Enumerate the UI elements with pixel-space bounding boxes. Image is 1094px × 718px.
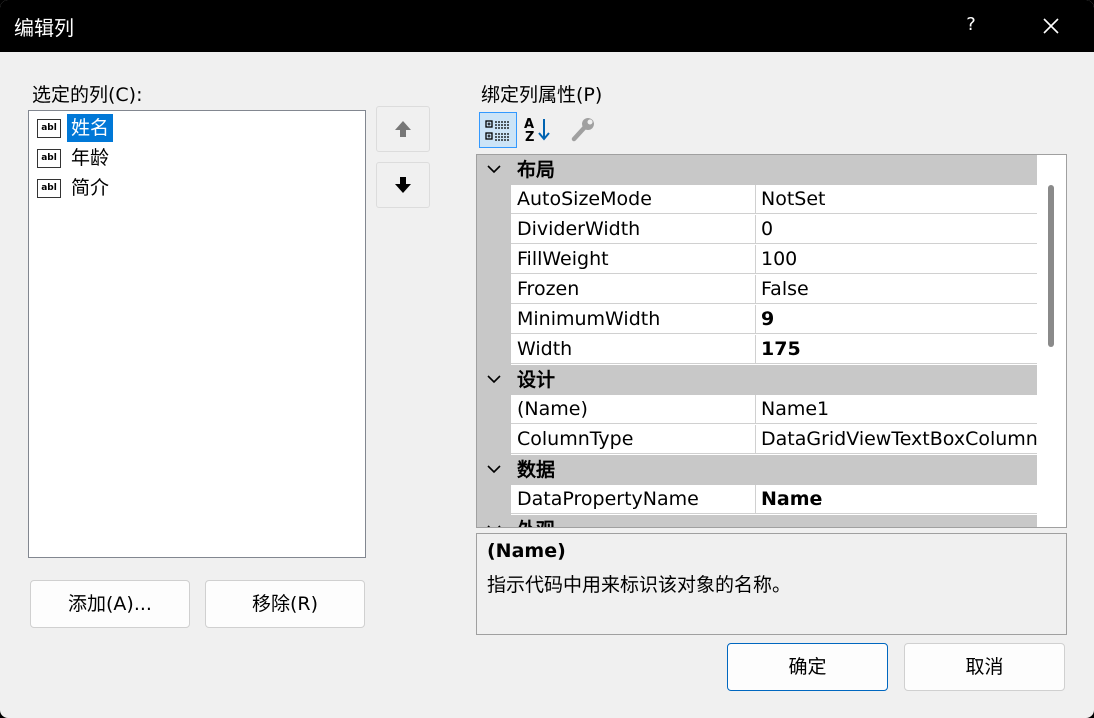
category-label: 外观 [517,515,555,527]
property-value[interactable]: 9 [756,305,1037,334]
category-row-appearance[interactable]: 外观 [477,515,1037,528]
property-name: AutoSizeMode [511,185,756,214]
scrollbar-thumb[interactable] [1048,185,1054,347]
property-row-autosizemode[interactable]: AutoSizeMode NotSet [477,185,1037,215]
category-row-data[interactable]: 数据 [477,455,1037,485]
property-row-fillweight[interactable]: FillWeight 100 [477,245,1037,275]
bound-column-properties-label: 绑定列属性(P) [481,84,603,106]
property-name: DataPropertyName [511,485,756,514]
property-pages-button[interactable] [566,112,602,146]
textbox-column-icon: abl [37,149,61,168]
property-value[interactable]: 175 [756,335,1037,364]
add-column-button[interactable]: 添加(A)... [30,580,190,628]
category-row-layout[interactable]: 布局 [477,155,1037,185]
property-row-dividerwidth[interactable]: DividerWidth 0 [477,215,1037,245]
category-label: 数据 [517,459,556,481]
property-value[interactable]: Name1 [756,395,1037,424]
property-name: (Name) [511,395,756,424]
column-item-label: 简介 [71,177,110,199]
title-bar: 编辑列 ? [0,0,1094,52]
help-button[interactable]: ? [960,14,982,35]
property-row-name[interactable]: (Name) Name1 [477,395,1037,425]
sort-alphabetical-icon: A Z [524,117,550,145]
property-row-minimumwidth[interactable]: MinimumWidth 9 [477,305,1037,335]
categorized-view-button[interactable] [479,112,517,148]
ok-button[interactable]: 确定 [727,643,888,691]
selected-columns-list[interactable]: abl 姓名 abl 年龄 abl 简介 [28,110,366,558]
move-up-button[interactable] [376,106,430,152]
property-name: FillWeight [511,245,756,274]
arrow-up-icon [395,121,411,137]
column-item-label: 姓名 [67,114,114,142]
move-down-button[interactable] [376,162,430,208]
property-grid-scrollbar[interactable] [1037,155,1065,527]
property-value[interactable]: False [756,275,1037,304]
category-label: 设计 [517,369,556,391]
chevron-down-icon[interactable] [487,464,501,474]
categorized-icon [485,120,509,141]
description-text: 指示代码中用来标识该对象的名称。 [487,574,792,596]
edit-columns-dialog: 编辑列 ? 选定的列(C): abl 姓名 abl 年龄 abl 简介 添加(A… [0,0,1094,718]
svg-text:Z: Z [525,130,534,145]
property-value[interactable]: Name [756,485,1037,514]
cancel-button[interactable]: 取消 [904,643,1065,691]
alphabetical-view-button[interactable]: A Z [520,112,556,146]
property-name: ColumnType [511,425,756,454]
chevron-down-icon[interactable] [487,164,501,174]
column-item-label: 年龄 [71,147,110,169]
window-title: 编辑列 [14,16,74,40]
property-name: Width [511,335,756,364]
textbox-column-icon: abl [37,179,61,198]
property-grid[interactable]: 布局 AutoSizeMode NotSet DividerWidth 0 Fi… [476,154,1067,528]
description-title: (Name) [487,540,566,562]
property-value[interactable]: 0 [756,215,1037,244]
property-value[interactable]: 100 [756,245,1037,274]
property-name: MinimumWidth [511,305,756,334]
property-name: Frozen [511,275,756,304]
close-icon [1043,18,1059,34]
property-row-width[interactable]: Width 175 [477,335,1037,365]
remove-column-button[interactable]: 移除(R) [205,580,365,628]
property-description-panel: (Name) 指示代码中用来标识该对象的名称。 [476,533,1067,635]
property-value[interactable]: DataGridViewTextBoxColumn [756,425,1037,454]
wrench-icon [571,118,594,142]
property-row-datapropertyname[interactable]: DataPropertyName Name [477,485,1037,515]
category-row-design[interactable]: 设计 [477,365,1037,395]
property-row-columntype[interactable]: ColumnType DataGridViewTextBoxColumn [477,425,1037,455]
chevron-down-icon[interactable] [487,524,501,528]
property-row-frozen[interactable]: Frozen False [477,275,1037,305]
property-name: DividerWidth [511,215,756,244]
selected-columns-label: 选定的列(C): [32,84,143,106]
arrow-down-icon [395,177,411,193]
category-label: 布局 [517,159,556,181]
property-value[interactable]: NotSet [756,185,1037,214]
close-button[interactable] [1038,12,1064,40]
textbox-column-icon: abl [37,119,61,138]
chevron-down-icon[interactable] [487,374,501,384]
